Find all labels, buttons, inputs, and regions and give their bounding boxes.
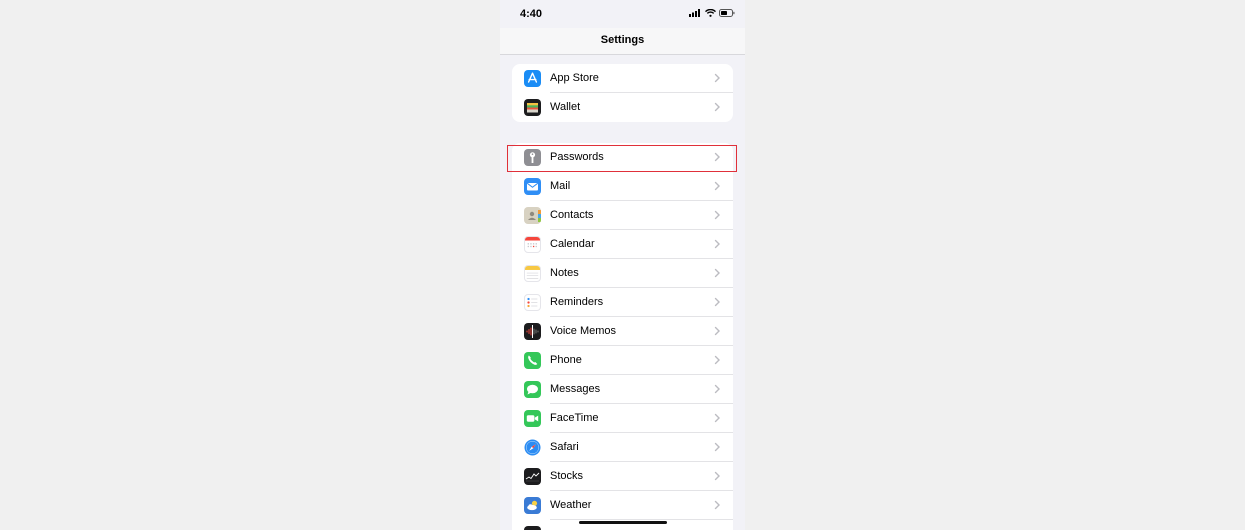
settings-row-weather[interactable]: Weather bbox=[512, 491, 733, 520]
settings-row-wallet[interactable]: Wallet bbox=[512, 93, 733, 122]
settings-row-voice-memos[interactable]: Voice Memos bbox=[512, 317, 733, 346]
reminders-icon bbox=[524, 294, 541, 311]
status-time: 4:40 bbox=[520, 8, 543, 20]
settings-row-messages[interactable]: Messages bbox=[512, 375, 733, 404]
partial-row-icon bbox=[524, 526, 541, 530]
status-icons bbox=[689, 9, 735, 17]
settings-row-contacts[interactable]: Contacts bbox=[512, 201, 733, 230]
chevron-right-icon bbox=[714, 442, 720, 452]
chevron-right-icon bbox=[714, 152, 720, 162]
calendar-icon bbox=[524, 236, 541, 253]
settings-row-facetime[interactable]: FaceTime bbox=[512, 404, 733, 433]
settings-row-safari[interactable]: Safari bbox=[512, 433, 733, 462]
row-label: Reminders bbox=[550, 296, 604, 308]
chevron-right-icon bbox=[714, 413, 720, 423]
chevron-right-icon bbox=[714, 239, 720, 249]
key-icon bbox=[524, 149, 541, 166]
row-label: Wallet bbox=[550, 101, 581, 113]
weather-icon bbox=[524, 497, 541, 514]
chevron-right-icon bbox=[714, 326, 720, 336]
settings-row-stocks[interactable]: Stocks bbox=[512, 462, 733, 491]
row-label: Passwords bbox=[550, 151, 604, 163]
chevron-right-icon bbox=[714, 73, 720, 83]
row-label: Stocks bbox=[550, 470, 584, 482]
status-bar: 4:40 bbox=[500, 0, 745, 28]
row-label: Weather bbox=[550, 499, 592, 511]
contacts-icon bbox=[524, 207, 541, 224]
settings-group-store: App Store Wallet bbox=[512, 64, 733, 122]
row-label: Calendar bbox=[550, 238, 595, 250]
settings-row-notes[interactable]: Notes bbox=[512, 259, 733, 288]
battery-icon bbox=[719, 9, 735, 17]
row-label: Contacts bbox=[550, 209, 594, 221]
page-title: Settings bbox=[600, 34, 645, 46]
chevron-right-icon bbox=[714, 500, 720, 510]
home-indicator[interactable] bbox=[579, 521, 667, 524]
settings-row-passwords[interactable]: Passwords bbox=[512, 143, 733, 172]
row-label: FaceTime bbox=[550, 412, 599, 424]
wallet-icon bbox=[524, 99, 541, 116]
stocks-icon bbox=[524, 468, 541, 485]
safari-icon bbox=[524, 439, 541, 456]
chevron-right-icon bbox=[714, 384, 720, 394]
facetime-icon bbox=[524, 410, 541, 427]
row-label: Notes bbox=[550, 267, 579, 279]
wifi-icon bbox=[705, 9, 716, 17]
chevron-right-icon bbox=[714, 102, 720, 112]
row-label: Messages bbox=[550, 383, 601, 395]
chevron-right-icon bbox=[714, 297, 720, 307]
settings-row-app-store[interactable]: App Store bbox=[512, 64, 733, 93]
navigation-bar: Settings bbox=[500, 28, 745, 55]
chevron-right-icon bbox=[714, 181, 720, 191]
chevron-right-icon bbox=[714, 355, 720, 365]
notes-icon bbox=[524, 265, 541, 282]
row-label: Voice Memos bbox=[550, 325, 617, 337]
row-label: Mail bbox=[550, 180, 571, 192]
row-label: Phone bbox=[550, 354, 582, 366]
row-label: Safari bbox=[550, 441, 579, 453]
settings-row-reminders[interactable]: Reminders bbox=[512, 288, 733, 317]
messages-icon bbox=[524, 381, 541, 398]
mail-icon bbox=[524, 178, 541, 195]
chevron-right-icon bbox=[714, 471, 720, 481]
settings-row-calendar[interactable]: Calendar bbox=[512, 230, 733, 259]
settings-row-mail[interactable]: Mail bbox=[512, 172, 733, 201]
settings-group-apps: Passwords Mail Contacts Calendar Notes R… bbox=[512, 143, 733, 530]
chevron-right-icon bbox=[714, 268, 720, 278]
row-label: App Store bbox=[550, 72, 599, 84]
settings-row-phone[interactable]: Phone bbox=[512, 346, 733, 375]
cellular-signal-icon bbox=[689, 9, 700, 17]
app-store-icon bbox=[524, 70, 541, 87]
phone-screen: 4:40 Settings App Store Wallet Passwords… bbox=[500, 0, 745, 530]
phone-icon bbox=[524, 352, 541, 369]
voice-memos-icon bbox=[524, 323, 541, 340]
chevron-right-icon bbox=[714, 210, 720, 220]
